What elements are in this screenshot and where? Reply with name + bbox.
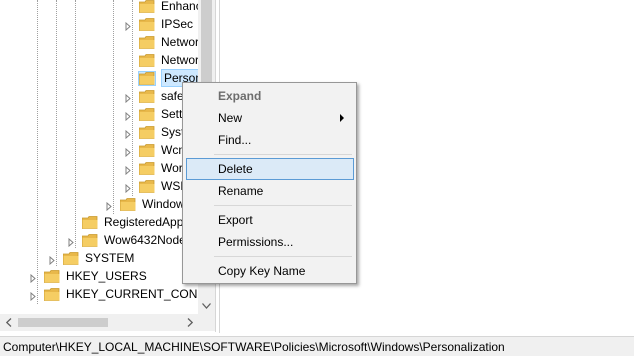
menu-item-rename[interactable]: Rename	[186, 180, 354, 202]
expand-arrow-icon[interactable]	[124, 128, 133, 139]
tree-item-networ-2[interactable]: Networ	[124, 51, 199, 69]
folder-icon	[44, 269, 60, 283]
folder-icon	[139, 35, 155, 49]
tree-guide-line	[113, 0, 114, 214]
status-bar: Computer\HKEY_LOCAL_MACHINE\SOFTWARE\Pol…	[0, 336, 634, 356]
context-menu: Expand New Find... Delete Rename Export …	[182, 82, 357, 284]
tree-item-label: Networ	[161, 35, 200, 49]
tree-item-label: Window	[142, 197, 185, 211]
folder-icon	[82, 215, 98, 229]
tree-item-syste[interactable]: Syste	[124, 123, 191, 141]
menu-item-permissions[interactable]: Permissions...	[186, 231, 354, 253]
menu-item-find[interactable]: Find...	[186, 129, 354, 151]
tree-guide-line	[37, 0, 38, 304]
folder-icon	[139, 53, 155, 67]
expand-arrow-icon[interactable]	[29, 272, 38, 283]
menu-item-delete[interactable]: Delete	[186, 158, 354, 180]
expand-arrow-icon[interactable]	[29, 290, 38, 301]
menu-separator	[214, 256, 352, 257]
folder-icon	[82, 233, 98, 247]
tree-item-setti[interactable]: Setti	[124, 105, 185, 123]
expand-arrow-icon[interactable]	[124, 92, 133, 103]
menu-separator	[214, 205, 352, 206]
tree-item-registeredapplications[interactable]: RegisteredAppl	[67, 213, 186, 231]
horizontal-scrollbar[interactable]	[0, 314, 198, 331]
expand-arrow-icon[interactable]	[124, 182, 133, 193]
tree-item-wow6432node[interactable]: Wow6432Node	[67, 231, 186, 249]
menu-item-expand[interactable]: Expand	[186, 85, 354, 107]
tree-item-hkey-users[interactable]: HKEY_USERS	[29, 267, 147, 285]
menu-item-copy-key-name[interactable]: Copy Key Name	[186, 260, 354, 282]
expand-arrow-icon[interactable]	[105, 200, 114, 211]
expand-arrow-icon[interactable]	[48, 254, 57, 265]
expand-arrow-icon[interactable]	[124, 164, 133, 175]
folder-icon	[44, 287, 60, 301]
menu-item-label: New	[218, 111, 243, 125]
folder-icon	[120, 197, 136, 211]
tree-item-label: IPSec	[161, 17, 194, 31]
tree-item-label: Networ	[161, 53, 200, 67]
tree-item-label: Enhanc	[161, 0, 202, 13]
menu-separator	[214, 154, 352, 155]
folder-icon	[139, 125, 155, 139]
folder-icon	[138, 70, 156, 86]
tree-guide-line	[75, 0, 76, 248]
scroll-left-icon[interactable]	[0, 314, 17, 331]
expand-arrow-icon[interactable]	[124, 146, 133, 157]
tree-item-label: Wow6432Node	[104, 233, 186, 247]
tree-item-wor[interactable]: Wor	[124, 159, 183, 177]
tree-item-hkey-current-config[interactable]: HKEY_CURRENT_CONFIG	[29, 285, 216, 303]
tree-item-enhanc[interactable]: Enhanc	[124, 0, 202, 15]
folder-icon	[139, 107, 155, 121]
folder-icon	[139, 0, 155, 13]
folder-icon	[139, 143, 155, 157]
tree-item-windows[interactable]: Window	[105, 195, 185, 213]
menu-item-new[interactable]: New	[186, 107, 354, 129]
tree-item-label: HKEY_CURRENT_CONFIG	[66, 287, 216, 301]
folder-icon	[139, 89, 155, 103]
submenu-arrow-icon	[340, 114, 344, 122]
scroll-corner	[198, 314, 216, 331]
tree-item-label: HKEY_USERS	[66, 269, 147, 283]
tree-item-wcm[interactable]: Wcm	[124, 141, 188, 159]
expand-arrow-icon[interactable]	[124, 20, 133, 31]
tree-item-system[interactable]: SYSTEM	[48, 249, 134, 267]
horizontal-scroll-thumb[interactable]	[18, 318, 108, 327]
tree-item-networ-1[interactable]: Networ	[124, 33, 199, 51]
scroll-down-icon[interactable]	[198, 297, 215, 314]
folder-icon	[139, 179, 155, 193]
folder-icon	[139, 17, 155, 31]
tree-guide-line	[56, 0, 57, 266]
tree-item-ipsec[interactable]: IPSec	[124, 15, 193, 33]
expand-arrow-icon[interactable]	[124, 110, 133, 121]
tree-item-label: SYSTEM	[85, 251, 135, 265]
folder-icon	[63, 251, 79, 265]
vertical-scroll-thumb[interactable]	[201, 0, 212, 86]
tree-item-safer[interactable]: safer	[124, 87, 188, 105]
tree-item-label: Wor	[161, 161, 183, 175]
status-path: Computer\HKEY_LOCAL_MACHINE\SOFTWARE\Pol…	[3, 339, 505, 354]
scroll-right-icon[interactable]	[181, 314, 198, 331]
tree-item-wsd[interactable]: WSD	[124, 177, 189, 195]
folder-icon	[139, 161, 155, 175]
tree-item-label: RegisteredAppl	[104, 215, 187, 229]
menu-item-export[interactable]: Export	[186, 209, 354, 231]
expand-arrow-icon[interactable]	[67, 236, 76, 247]
